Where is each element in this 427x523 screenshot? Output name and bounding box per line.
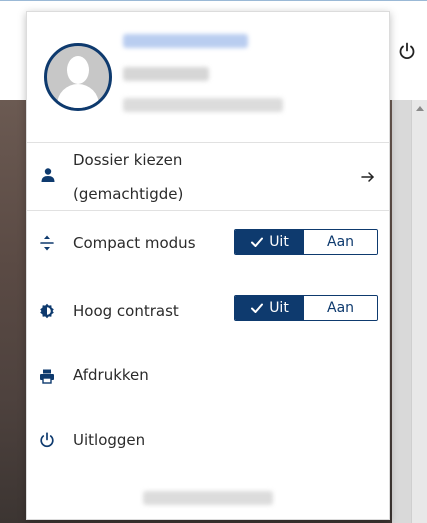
- scroll-up-icon[interactable]: [416, 106, 424, 111]
- scrollbar[interactable]: [411, 100, 427, 523]
- contrast-uit-label: Uit: [269, 300, 289, 316]
- contrast-toggle[interactable]: Uit Aan: [234, 295, 378, 321]
- user-avatar-icon: [44, 43, 112, 111]
- dossier-label-line2: (gemachtigde): [73, 185, 184, 203]
- contrast-toggle-uit[interactable]: Uit: [235, 296, 305, 320]
- contrast-label: Hoog contrast: [73, 302, 179, 320]
- logout-label: Uitloggen: [73, 431, 146, 449]
- compact-toggle-aan[interactable]: Aan: [304, 230, 377, 254]
- compact-toggle[interactable]: Uit Aan: [234, 229, 378, 255]
- user-menu: Dossier kiezen (gemachtigde) Compact mod…: [26, 11, 390, 520]
- check-icon: [251, 303, 264, 313]
- menu-item-contrast: Hoog contrast Uit Aan: [27, 279, 389, 341]
- contrast-toggle-aan[interactable]: Aan: [304, 296, 377, 320]
- menu-item-print[interactable]: Afdrukken: [27, 350, 389, 402]
- compact-aan-label: Aan: [327, 234, 355, 250]
- compact-icon: [40, 235, 54, 251]
- menu-item-dossier[interactable]: Dossier kiezen (gemachtigde): [27, 143, 389, 210]
- contrast-icon: [40, 303, 54, 319]
- user-name-redacted: [123, 34, 248, 48]
- printer-icon: [40, 369, 54, 384]
- menu-item-logout[interactable]: Uitloggen: [27, 415, 389, 467]
- print-label: Afdrukken: [73, 366, 149, 384]
- footer-name-redacted: [143, 491, 273, 505]
- arrow-right-icon: [361, 172, 374, 182]
- compact-label: Compact modus: [73, 234, 196, 252]
- contrast-aan-label: Aan: [327, 300, 355, 316]
- compact-uit-label: Uit: [269, 234, 289, 250]
- dossier-label-line1: Dossier kiezen: [73, 151, 183, 169]
- user-icon: [41, 168, 55, 182]
- power-icon: [40, 432, 54, 448]
- user-dob-redacted: [123, 98, 283, 112]
- compact-toggle-uit[interactable]: Uit: [235, 230, 305, 254]
- menu-item-compact: Compact modus Uit Aan: [27, 211, 389, 273]
- power-icon[interactable]: [398, 42, 416, 60]
- check-icon: [251, 237, 264, 247]
- profile-section: [27, 12, 389, 142]
- user-id-redacted: [123, 67, 209, 81]
